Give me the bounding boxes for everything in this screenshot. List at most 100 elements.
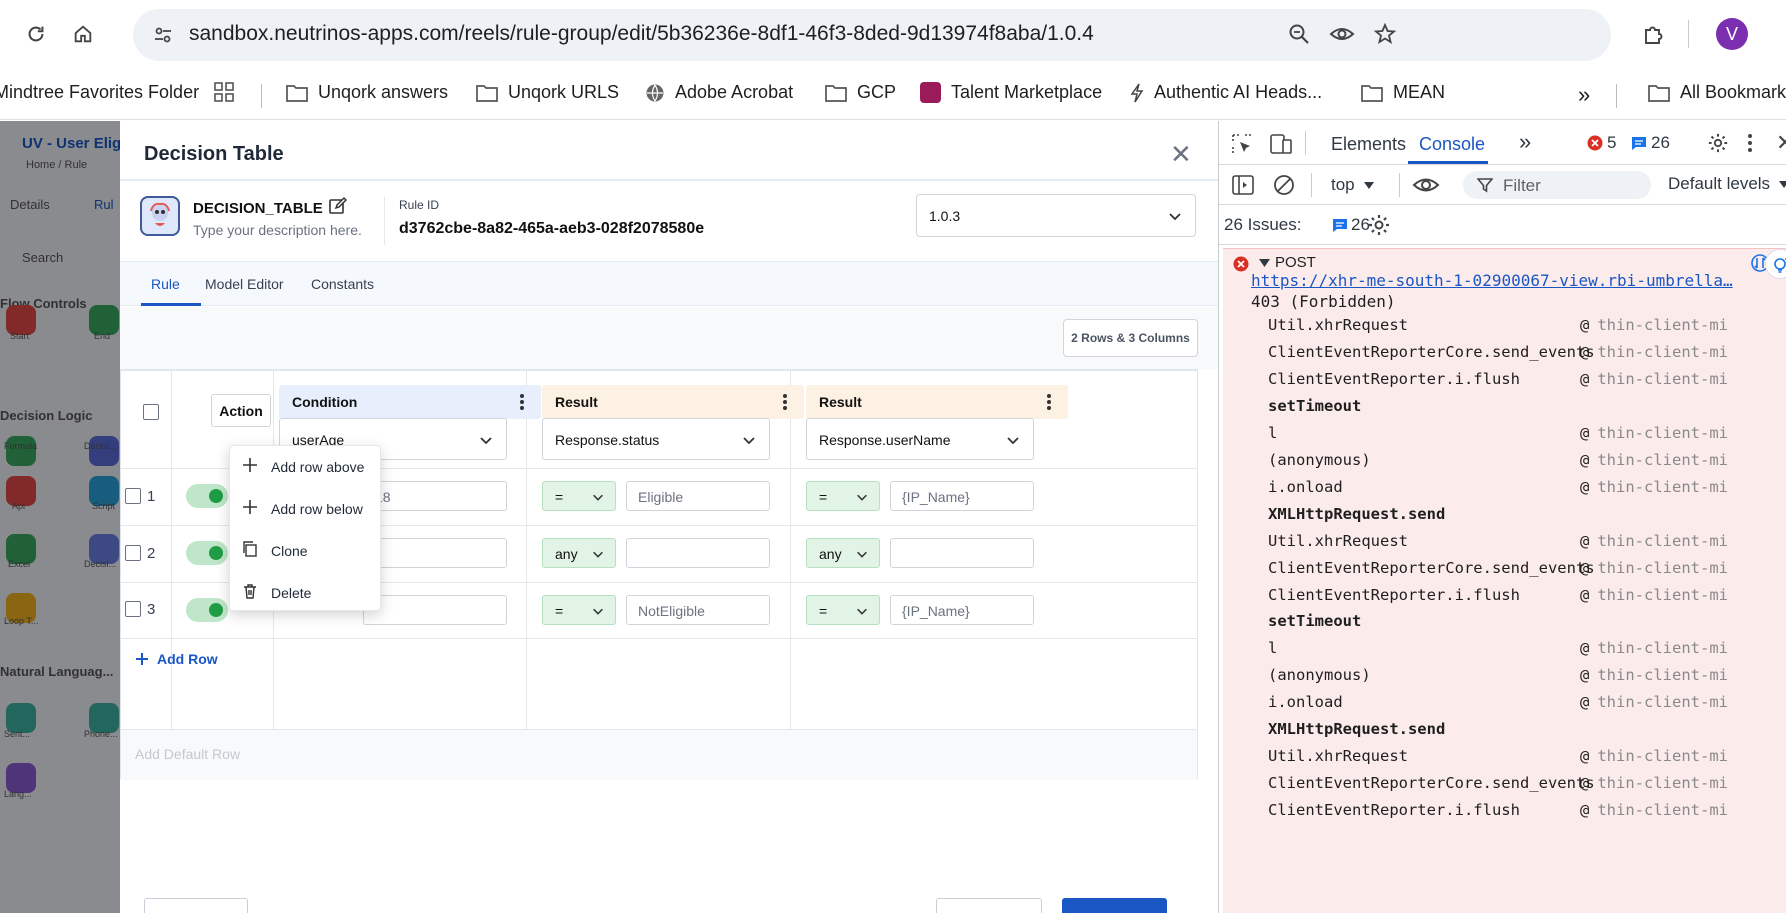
ai-insights-icon[interactable]: [1765, 249, 1786, 279]
result-operator-select[interactable]: =: [806, 595, 880, 625]
stack-frame-source[interactable]: thin-client-mi: [1597, 747, 1728, 765]
settings-gear-icon[interactable]: [1367, 213, 1391, 237]
kebab-menu-icon[interactable]: [519, 393, 525, 411]
more-tabs-icon[interactable]: »: [1519, 129, 1531, 155]
bookmark-adobe-acrobat[interactable]: Adobe Acrobat: [645, 82, 793, 103]
tab-console[interactable]: Console: [1419, 134, 1485, 155]
clear-console-icon[interactable]: [1273, 174, 1295, 196]
bookmark-mindtree[interactable]: Mindtree Favorites Folder: [0, 82, 199, 103]
result-operator-select[interactable]: any: [806, 538, 880, 568]
result-operator-select[interactable]: any: [542, 538, 616, 568]
stack-frame-location[interactable]: @ thin-client-mi: [1580, 774, 1728, 792]
kebab-menu-icon[interactable]: [782, 393, 788, 411]
close-icon[interactable]: ✕: [1170, 141, 1192, 167]
reload-icon[interactable]: [21, 19, 51, 49]
publish-button[interactable]: [144, 898, 248, 913]
stack-frame-source[interactable]: thin-client-mi: [1597, 532, 1728, 550]
stack-frame-location[interactable]: @ thin-client-mi: [1580, 639, 1728, 657]
menu-clone[interactable]: Clone: [230, 530, 382, 572]
result-operator-select[interactable]: =: [542, 595, 616, 625]
result-operator-select[interactable]: =: [806, 481, 880, 511]
bookmark-unqork-answers[interactable]: Unqork answers: [286, 82, 448, 103]
address-bar[interactable]: sandbox.neutrinos-apps.com/reels/rule-gr…: [133, 9, 1611, 61]
result-field-select[interactable]: Response.status: [542, 418, 770, 460]
eye-icon[interactable]: [1329, 22, 1355, 51]
bookmark-authentic-ai[interactable]: Authentic AI Heads...: [1130, 82, 1322, 103]
stack-frame-location[interactable]: @ thin-client-mi: [1580, 559, 1728, 577]
sidebar-toggle-icon[interactable]: [1232, 175, 1254, 195]
bookmark-mean[interactable]: MEAN: [1361, 82, 1445, 103]
stack-frame-location[interactable]: @ thin-client-mi: [1580, 316, 1728, 334]
row-checkbox[interactable]: [125, 601, 141, 617]
stack-frame-source[interactable]: thin-client-mi: [1597, 316, 1728, 334]
result-operator-select[interactable]: =: [542, 481, 616, 511]
device-toolbar-icon[interactable]: [1269, 133, 1293, 155]
menu-add-row-above[interactable]: Add row above: [230, 446, 382, 488]
stack-frame-source[interactable]: thin-client-mi: [1597, 801, 1728, 819]
inspect-element-icon[interactable]: [1231, 133, 1253, 155]
zoom-icon[interactable]: [1287, 22, 1311, 51]
result-value-input[interactable]: NotEligible: [626, 595, 770, 625]
row-checkbox[interactable]: [125, 488, 141, 504]
stack-frame-location[interactable]: @ thin-client-mi: [1580, 451, 1728, 469]
extensions-icon[interactable]: [1638, 19, 1668, 49]
tab-rule[interactable]: Rule: [151, 276, 180, 292]
profile-avatar[interactable]: V: [1716, 18, 1748, 50]
tab-elements[interactable]: Elements: [1331, 134, 1406, 155]
stack-frame-location[interactable]: @ thin-client-mi: [1580, 478, 1728, 496]
modal-backdrop[interactable]: [0, 121, 120, 913]
row-enabled-toggle[interactable]: [186, 484, 228, 508]
stack-frame-source[interactable]: thin-client-mi: [1597, 693, 1728, 711]
bookmark-star-icon[interactable]: [1373, 22, 1397, 51]
stack-frame-location[interactable]: @ thin-client-mi: [1580, 747, 1728, 765]
add-row-button[interactable]: Add Row: [135, 651, 218, 667]
select-all-checkbox[interactable]: [143, 404, 159, 420]
menu-delete[interactable]: Delete: [230, 572, 382, 614]
stack-frame-source[interactable]: thin-client-mi: [1597, 343, 1728, 361]
stack-frame-source[interactable]: thin-client-mi: [1597, 639, 1728, 657]
stack-frame-location[interactable]: @ thin-client-mi: [1580, 801, 1728, 819]
stack-frame-source[interactable]: thin-client-mi: [1597, 586, 1728, 604]
console-filter-input[interactable]: Filter: [1463, 171, 1651, 199]
bookmark-talent-marketplace[interactable]: Talent Marketplace: [920, 82, 1102, 103]
stack-frame-source[interactable]: thin-client-mi: [1597, 478, 1728, 496]
tab-constants[interactable]: Constants: [311, 276, 374, 292]
close-icon[interactable]: ✕: [1776, 130, 1786, 156]
condition-value-input[interactable]: 18: [363, 481, 507, 511]
stack-frame-source[interactable]: thin-client-mi: [1597, 666, 1728, 684]
stack-frame-source[interactable]: thin-client-mi: [1597, 424, 1728, 442]
menu-add-row-below[interactable]: Add row below: [230, 488, 382, 530]
row-checkbox[interactable]: [125, 545, 141, 561]
stack-frame-location[interactable]: @ thin-client-mi: [1580, 424, 1728, 442]
result-value-input[interactable]: {IP_Name}: [890, 595, 1034, 625]
bookmark-unqork-urls[interactable]: Unqork URLS: [476, 82, 619, 103]
result-field-select[interactable]: Response.userName: [806, 418, 1034, 460]
home-icon[interactable]: [68, 19, 98, 49]
stack-frame-source[interactable]: thin-client-mi: [1597, 370, 1728, 388]
version-select[interactable]: 1.0.3: [916, 194, 1196, 237]
stack-frame-source[interactable]: thin-client-mi: [1597, 774, 1728, 792]
rule-description[interactable]: Type your description here.: [193, 222, 362, 238]
apps-grid-icon[interactable]: [214, 82, 234, 102]
tab-model-editor[interactable]: Model Editor: [205, 276, 284, 292]
message-count-badge[interactable]: 26: [1631, 133, 1670, 153]
settings-gear-icon[interactable]: [1707, 132, 1729, 154]
kebab-menu-icon[interactable]: [1046, 393, 1052, 411]
request-url-link[interactable]: https://xhr-me-south-1-02900067-view.rbi…: [1251, 271, 1733, 290]
save-button[interactable]: [1062, 898, 1167, 913]
stack-frame-location[interactable]: @ thin-client-mi: [1580, 586, 1728, 604]
stack-frame-source[interactable]: thin-client-mi: [1597, 451, 1728, 469]
row-enabled-toggle[interactable]: [186, 541, 228, 565]
kebab-menu-icon[interactable]: [1747, 133, 1753, 153]
stack-frame-location[interactable]: @ thin-client-mi: [1580, 532, 1728, 550]
site-info-icon[interactable]: [153, 25, 173, 50]
condition-value-input[interactable]: [363, 538, 507, 568]
cancel-button[interactable]: [936, 898, 1042, 913]
error-expand-toggle[interactable]: POST: [1259, 254, 1316, 271]
edit-icon[interactable]: [328, 196, 348, 221]
add-default-row-button[interactable]: Add Default Row: [135, 746, 240, 762]
stack-frame-location[interactable]: @ thin-client-mi: [1580, 693, 1728, 711]
result-value-input[interactable]: [626, 538, 770, 568]
more-bookmarks-icon[interactable]: »: [1578, 82, 1590, 108]
bookmark-gcp[interactable]: GCP: [825, 82, 896, 103]
